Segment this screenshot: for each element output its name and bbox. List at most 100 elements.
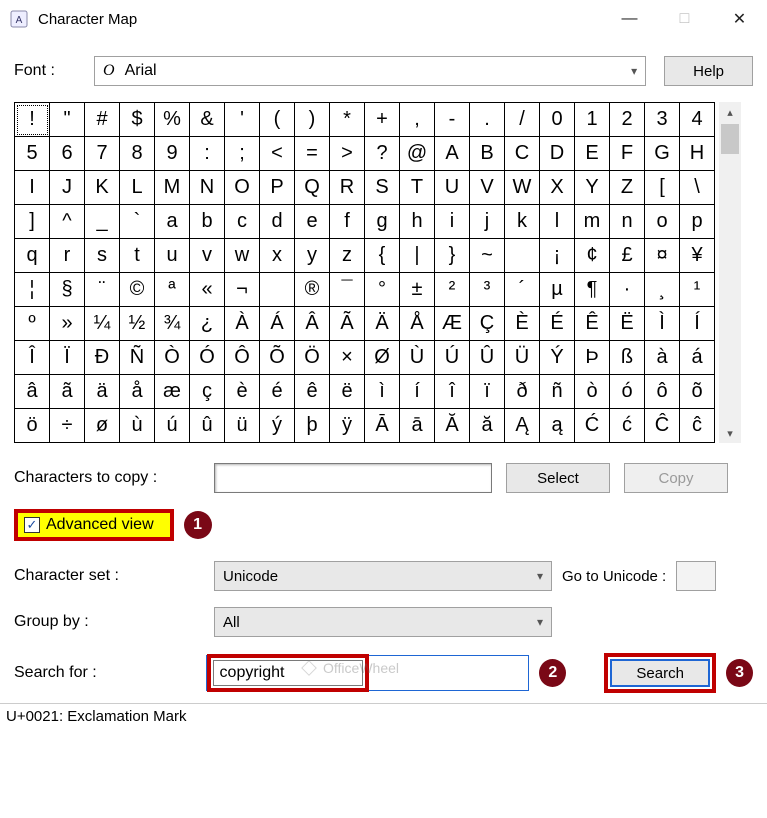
char-cell[interactable]: Î [15, 341, 50, 375]
char-cell[interactable]: ą [540, 409, 575, 443]
search-input[interactable] [213, 660, 363, 686]
char-cell[interactable]: } [435, 239, 470, 273]
char-cell[interactable]: Ĉ [645, 409, 680, 443]
char-cell[interactable]: Ò [155, 341, 190, 375]
char-cell[interactable]: £ [610, 239, 645, 273]
char-cell[interactable]: Ï [50, 341, 85, 375]
char-cell[interactable]: x [260, 239, 295, 273]
char-cell[interactable]: ò [575, 375, 610, 409]
char-cell[interactable]: Ì [645, 307, 680, 341]
advanced-view-checkbox[interactable]: ✓ [24, 517, 40, 533]
char-cell[interactable]: Ā [365, 409, 400, 443]
char-cell[interactable]: X [540, 171, 575, 205]
char-cell[interactable]: { [365, 239, 400, 273]
char-cell[interactable]: Û [470, 341, 505, 375]
char-cell[interactable]: I [15, 171, 50, 205]
char-cell[interactable]: ¢ [575, 239, 610, 273]
char-cell[interactable]: j [470, 205, 505, 239]
char-cell[interactable]: ² [435, 273, 470, 307]
char-cell[interactable]: Z [610, 171, 645, 205]
char-cell[interactable]: 2 [610, 103, 645, 137]
char-cell[interactable]: · [610, 273, 645, 307]
char-cell[interactable]: Â [295, 307, 330, 341]
char-cell[interactable]: = [295, 137, 330, 171]
char-cell[interactable]: å [120, 375, 155, 409]
char-cell[interactable]: ø [85, 409, 120, 443]
char-cell[interactable]: \ [680, 171, 715, 205]
select-button[interactable]: Select [506, 463, 610, 493]
char-cell[interactable]: K [85, 171, 120, 205]
char-cell[interactable]: ± [400, 273, 435, 307]
char-cell[interactable]: Ă [435, 409, 470, 443]
maximize-button[interactable]: □ [657, 0, 712, 38]
char-cell[interactable]: . [470, 103, 505, 137]
char-cell[interactable]: Á [260, 307, 295, 341]
char-cell[interactable]: Æ [435, 307, 470, 341]
char-cell[interactable]: È [505, 307, 540, 341]
char-cell[interactable]: 9 [155, 137, 190, 171]
char-cell[interactable]: o [645, 205, 680, 239]
char-cell[interactable]: ¶ [575, 273, 610, 307]
char-cell[interactable]: i [435, 205, 470, 239]
char-cell[interactable]: 4 [680, 103, 715, 137]
char-cell[interactable]: ô [645, 375, 680, 409]
char-cell[interactable]: @ [400, 137, 435, 171]
char-cell[interactable]: - [435, 103, 470, 137]
char-cell[interactable]: ¯ [330, 273, 365, 307]
char-cell[interactable]: ü [225, 409, 260, 443]
char-cell[interactable]: Ú [435, 341, 470, 375]
char-cell[interactable]: h [400, 205, 435, 239]
char-cell[interactable]: % [155, 103, 190, 137]
char-cell[interactable]: | [400, 239, 435, 273]
char-cell[interactable]: Ü [505, 341, 540, 375]
scrollbar[interactable]: ▴ ▾ [719, 102, 741, 443]
char-cell[interactable]: À [225, 307, 260, 341]
char-cell[interactable]: í [400, 375, 435, 409]
char-cell[interactable]: l [540, 205, 575, 239]
char-cell[interactable]: f [330, 205, 365, 239]
char-cell[interactable]: # [85, 103, 120, 137]
char-cell[interactable]: ë [330, 375, 365, 409]
char-cell[interactable]: á [680, 341, 715, 375]
char-cell[interactable]: _ [85, 205, 120, 239]
char-cell[interactable]: ¼ [85, 307, 120, 341]
char-cell[interactable]: ) [295, 103, 330, 137]
char-cell[interactable]: z [330, 239, 365, 273]
char-cell[interactable]: Q [295, 171, 330, 205]
char-cell[interactable]: É [540, 307, 575, 341]
char-cell[interactable]: S [365, 171, 400, 205]
char-cell[interactable]: ¹ [680, 273, 715, 307]
char-cell[interactable]: k [505, 205, 540, 239]
char-grid[interactable]: !"#$%&'()*+,-./0123456789:;<=>?@ABCDEFGH… [14, 102, 715, 443]
char-cell[interactable]: Ù [400, 341, 435, 375]
char-cell[interactable]: û [190, 409, 225, 443]
char-cell[interactable]: ÿ [330, 409, 365, 443]
char-cell[interactable]: ­ [260, 273, 295, 307]
char-cell[interactable]: d [260, 205, 295, 239]
char-cell[interactable]: ¥ [680, 239, 715, 273]
search-button[interactable]: Search [610, 659, 710, 687]
char-cell[interactable]: ð [505, 375, 540, 409]
char-cell[interactable]: » [50, 307, 85, 341]
char-cell[interactable]: à [645, 341, 680, 375]
char-cell[interactable]: C [505, 137, 540, 171]
char-cell[interactable]: > [330, 137, 365, 171]
char-cell[interactable]: v [190, 239, 225, 273]
char-cell[interactable]: 1 [575, 103, 610, 137]
char-cell[interactable]: c [225, 205, 260, 239]
char-cell[interactable]: ° [365, 273, 400, 307]
char-cell[interactable]: ´ [505, 273, 540, 307]
char-cell[interactable]: * [330, 103, 365, 137]
char-cell[interactable]: ¿ [190, 307, 225, 341]
char-cell[interactable]: µ [540, 273, 575, 307]
char-cell[interactable]: ³ [470, 273, 505, 307]
char-cell[interactable]: ö [15, 409, 50, 443]
char-cell[interactable]: T [400, 171, 435, 205]
char-cell[interactable]: A [435, 137, 470, 171]
scroll-up-icon[interactable]: ▴ [719, 102, 741, 122]
char-cell[interactable]: t [120, 239, 155, 273]
char-cell[interactable]: â [15, 375, 50, 409]
char-cell[interactable]: × [330, 341, 365, 375]
char-cell[interactable]: Õ [260, 341, 295, 375]
char-cell[interactable]: ú [155, 409, 190, 443]
